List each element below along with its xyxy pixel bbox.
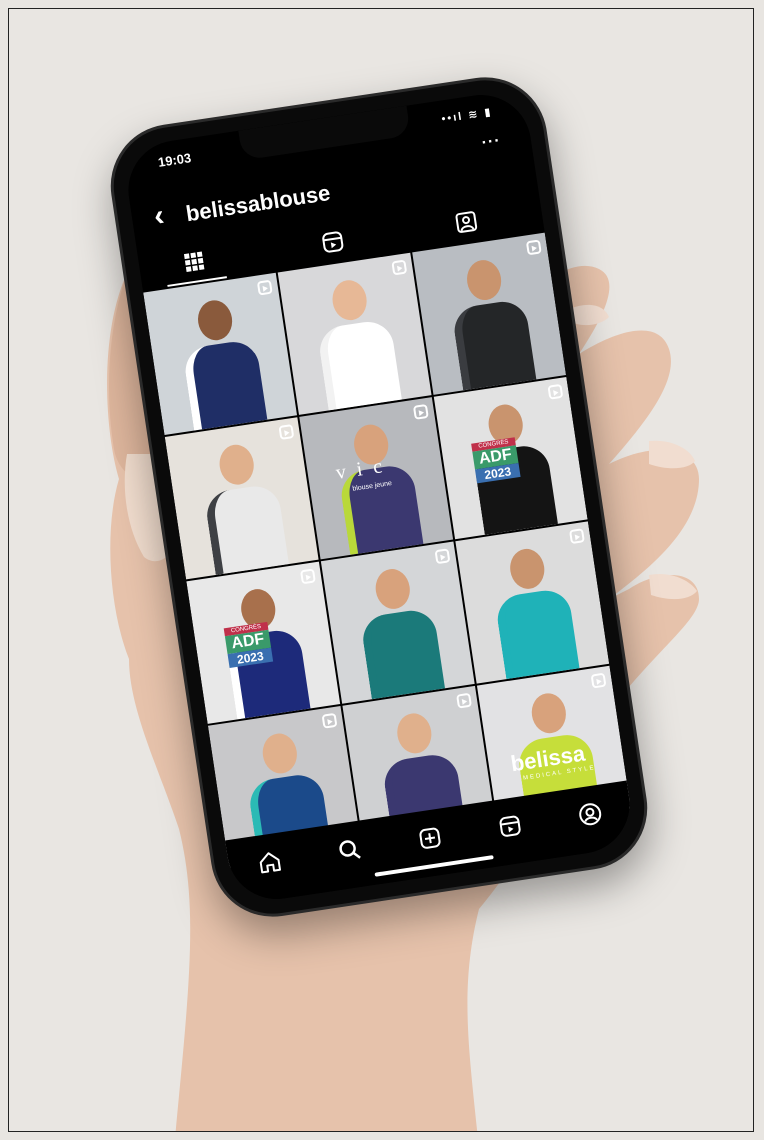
reels-icon (499, 815, 521, 837)
reels-icon (322, 231, 344, 253)
photo-frame: 19:03 ••ıl ≋ ▮ ··· ‹ belissablouse v i c… (8, 8, 754, 1132)
person-figure (316, 318, 402, 411)
congress-badge: CONGRÈS ADF 2023 (471, 437, 521, 484)
nav-search[interactable] (334, 834, 366, 866)
reel-badge-icon (525, 239, 542, 256)
reel-badge-icon (256, 279, 273, 296)
reel-badge-icon (456, 692, 472, 709)
post-thumbnail[interactable] (277, 252, 432, 415)
search-icon (339, 840, 361, 859)
posts-grid: v i c blouse jeune CONGRÈS ADF 2023 CONGRÈS AD… (143, 232, 631, 869)
person-head (195, 297, 235, 343)
reel-badge-icon (569, 528, 585, 545)
profile-username: belissablouse (184, 180, 332, 227)
reel-badge-icon (321, 712, 338, 729)
person-head (464, 257, 504, 303)
reel-badge-icon (391, 259, 408, 276)
person-figure (494, 587, 580, 680)
nav-reels[interactable] (494, 810, 526, 842)
congress-badge: CONGRÈS ADF 2023 (223, 621, 274, 668)
add-post-icon (419, 827, 441, 849)
person-figure (182, 338, 268, 431)
post-thumbnail[interactable]: CONGRÈS ADF 2023 (433, 376, 588, 540)
reel-badge-icon (278, 424, 295, 440)
post-thumbnail[interactable]: v i c blouse jeune (299, 397, 454, 560)
nav-add-post[interactable] (414, 822, 446, 854)
signal-wifi-battery-icon: ••ıl ≋ ▮ (440, 106, 494, 126)
person-figure (359, 607, 446, 700)
reel-badge-icon (412, 403, 429, 420)
reel-badge-icon (590, 672, 607, 689)
person-head (507, 546, 548, 592)
reel-badge-icon (299, 568, 316, 585)
tab-grid[interactable] (161, 238, 227, 287)
home-icon (259, 852, 281, 874)
nav-home[interactable] (253, 846, 285, 878)
person-head (216, 442, 257, 487)
grid-icon (183, 251, 205, 272)
status-time: 19:03 (157, 150, 193, 170)
post-thumbnail[interactable] (412, 232, 567, 395)
person-head (529, 690, 569, 736)
tagged-icon (455, 211, 478, 233)
post-thumbnail[interactable] (320, 541, 475, 704)
nav-profile[interactable] (575, 798, 607, 830)
post-thumbnail[interactable]: CONGRÈS ADF 2023 (186, 561, 341, 724)
tab-reels[interactable] (300, 218, 365, 266)
tab-tagged[interactable] (434, 198, 499, 246)
post-thumbnail[interactable] (455, 521, 610, 684)
reel-badge-icon (434, 548, 451, 565)
person-figure (451, 298, 537, 391)
person-head (329, 277, 370, 323)
person-head (372, 566, 413, 612)
post-thumbnail[interactable] (143, 272, 298, 436)
back-arrow-icon[interactable]: ‹ (152, 199, 167, 233)
post-thumbnail[interactable] (164, 417, 319, 580)
profile-icon (579, 803, 602, 826)
person-head (394, 711, 435, 756)
person-head (260, 731, 300, 776)
person-figure (203, 482, 289, 575)
reel-badge-icon (547, 383, 564, 400)
home-indicator[interactable] (374, 855, 494, 877)
